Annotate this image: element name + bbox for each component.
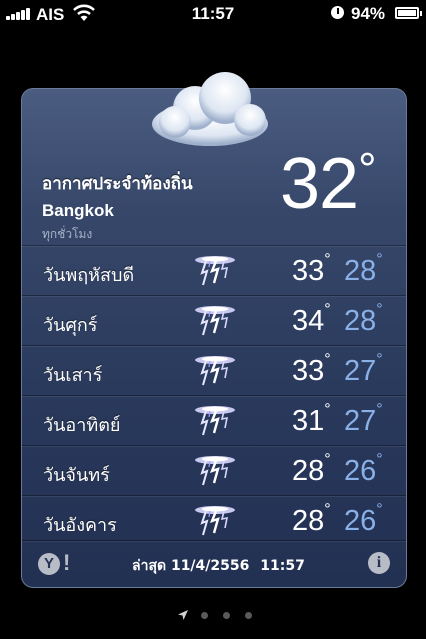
- thunderstorm-icon: [192, 503, 238, 537]
- thunderstorm-icon: [192, 253, 238, 287]
- forecast-high: 34°: [292, 301, 331, 338]
- forecast-day: วันเสาร์: [43, 365, 103, 386]
- degree-symbol: °: [324, 351, 331, 368]
- high-value: 31: [292, 405, 325, 437]
- forecast-day: วันศุกร์: [43, 315, 98, 336]
- forecast-low: 27°: [344, 351, 383, 388]
- low-value: 27: [344, 405, 377, 437]
- degree-symbol: °: [376, 401, 383, 418]
- yahoo-logo[interactable]: Y: [38, 553, 60, 575]
- low-value: 28: [344, 255, 377, 287]
- current-temperature: 32°: [280, 146, 377, 220]
- degree-symbol: °: [324, 401, 331, 418]
- low-value: 27: [344, 355, 377, 387]
- degree-symbol: °: [324, 451, 331, 468]
- high-value: 33: [292, 355, 325, 387]
- last-updated-date: 11/4/2556: [170, 558, 250, 574]
- forecast-day: วันจันทร์: [43, 465, 110, 486]
- update-frequency: ทุกชั่วโมง: [42, 227, 93, 241]
- degree-symbol: °: [376, 251, 383, 268]
- high-value: 34: [292, 305, 325, 337]
- degree-symbol: °: [324, 251, 331, 268]
- current-temp-value: 32: [280, 144, 359, 224]
- thunderstorm-icon: [192, 353, 238, 387]
- forecast-low: 28°: [344, 301, 383, 338]
- city-name: Bangkok: [42, 201, 114, 220]
- cloud-icon: [152, 72, 268, 146]
- degree-symbol: °: [324, 301, 331, 318]
- forecast-low: 26°: [344, 501, 383, 538]
- forecast-day: วันพฤหัสบดี: [43, 265, 135, 286]
- forecast-low: 28°: [344, 251, 383, 288]
- battery-percent: 94%: [351, 4, 386, 23]
- last-updated: ล่าสุด 11/4/2556 11:57: [132, 555, 305, 577]
- forecast-row: วันเสาร์ 33° 27°: [22, 345, 406, 395]
- degree-symbol: °: [376, 451, 383, 468]
- forecast-row: วันศุกร์ 34° 28°: [22, 295, 406, 345]
- thunderstorm-icon: [192, 453, 238, 487]
- thunderstorm-icon: [192, 403, 238, 437]
- thunderstorm-icon: [192, 303, 238, 337]
- location-arrow-icon: [178, 610, 188, 620]
- location-block: อากาศประจำท้องถิ่น Bangkok ทุกชั่วโมง: [42, 170, 193, 244]
- weather-footer: Y ! ล่าสุด 11/4/2556 11:57 i: [22, 540, 406, 587]
- high-value: 28: [292, 455, 325, 487]
- forecast-row: วันจันทร์ 28° 26°: [22, 445, 406, 495]
- forecast-high: 31°: [292, 401, 331, 438]
- forecast-list: วันพฤหัสบดี 33° 28° วันศุกร์ 34° 28° วันเสาร…: [22, 245, 406, 545]
- status-bar: AIS 11:57 94%: [0, 0, 426, 28]
- low-value: 28: [344, 305, 377, 337]
- info-button[interactable]: i: [368, 552, 390, 574]
- alarm-icon: [331, 6, 344, 19]
- forecast-high: 33°: [292, 251, 331, 288]
- forecast-high: 28°: [292, 451, 331, 488]
- high-value: 28: [292, 505, 325, 537]
- region-label: อากาศประจำท้องถิ่น: [42, 174, 193, 194]
- last-updated-time: 11:57: [260, 558, 305, 574]
- forecast-row: วันอังคาร 28° 26°: [22, 495, 406, 545]
- degree-symbol: °: [376, 301, 383, 318]
- page-dot: [223, 612, 230, 619]
- low-value: 26: [344, 505, 377, 537]
- forecast-row: วันอาทิตย์ 31° 27°: [22, 395, 406, 445]
- last-updated-label: ล่าสุด: [132, 558, 167, 574]
- yahoo-bang[interactable]: !: [63, 550, 70, 576]
- degree-symbol: °: [376, 501, 383, 518]
- forecast-day: วันอาทิตย์: [43, 415, 121, 436]
- high-value: 33: [292, 255, 325, 287]
- forecast-low: 27°: [344, 401, 383, 438]
- degree-symbol: °: [324, 501, 331, 518]
- page-dot: [245, 612, 252, 619]
- forecast-high: 28°: [292, 501, 331, 538]
- low-value: 26: [344, 455, 377, 487]
- battery-icon: [395, 7, 422, 19]
- forecast-high: 33°: [292, 351, 331, 388]
- page-dot: [201, 612, 208, 619]
- forecast-low: 26°: [344, 451, 383, 488]
- degree-symbol: °: [376, 351, 383, 368]
- forecast-day: วันอังคาร: [43, 515, 117, 536]
- degree-symbol: °: [358, 143, 376, 195]
- page-indicator[interactable]: [0, 608, 426, 622]
- forecast-row: วันพฤหัสบดี 33° 28°: [22, 245, 406, 295]
